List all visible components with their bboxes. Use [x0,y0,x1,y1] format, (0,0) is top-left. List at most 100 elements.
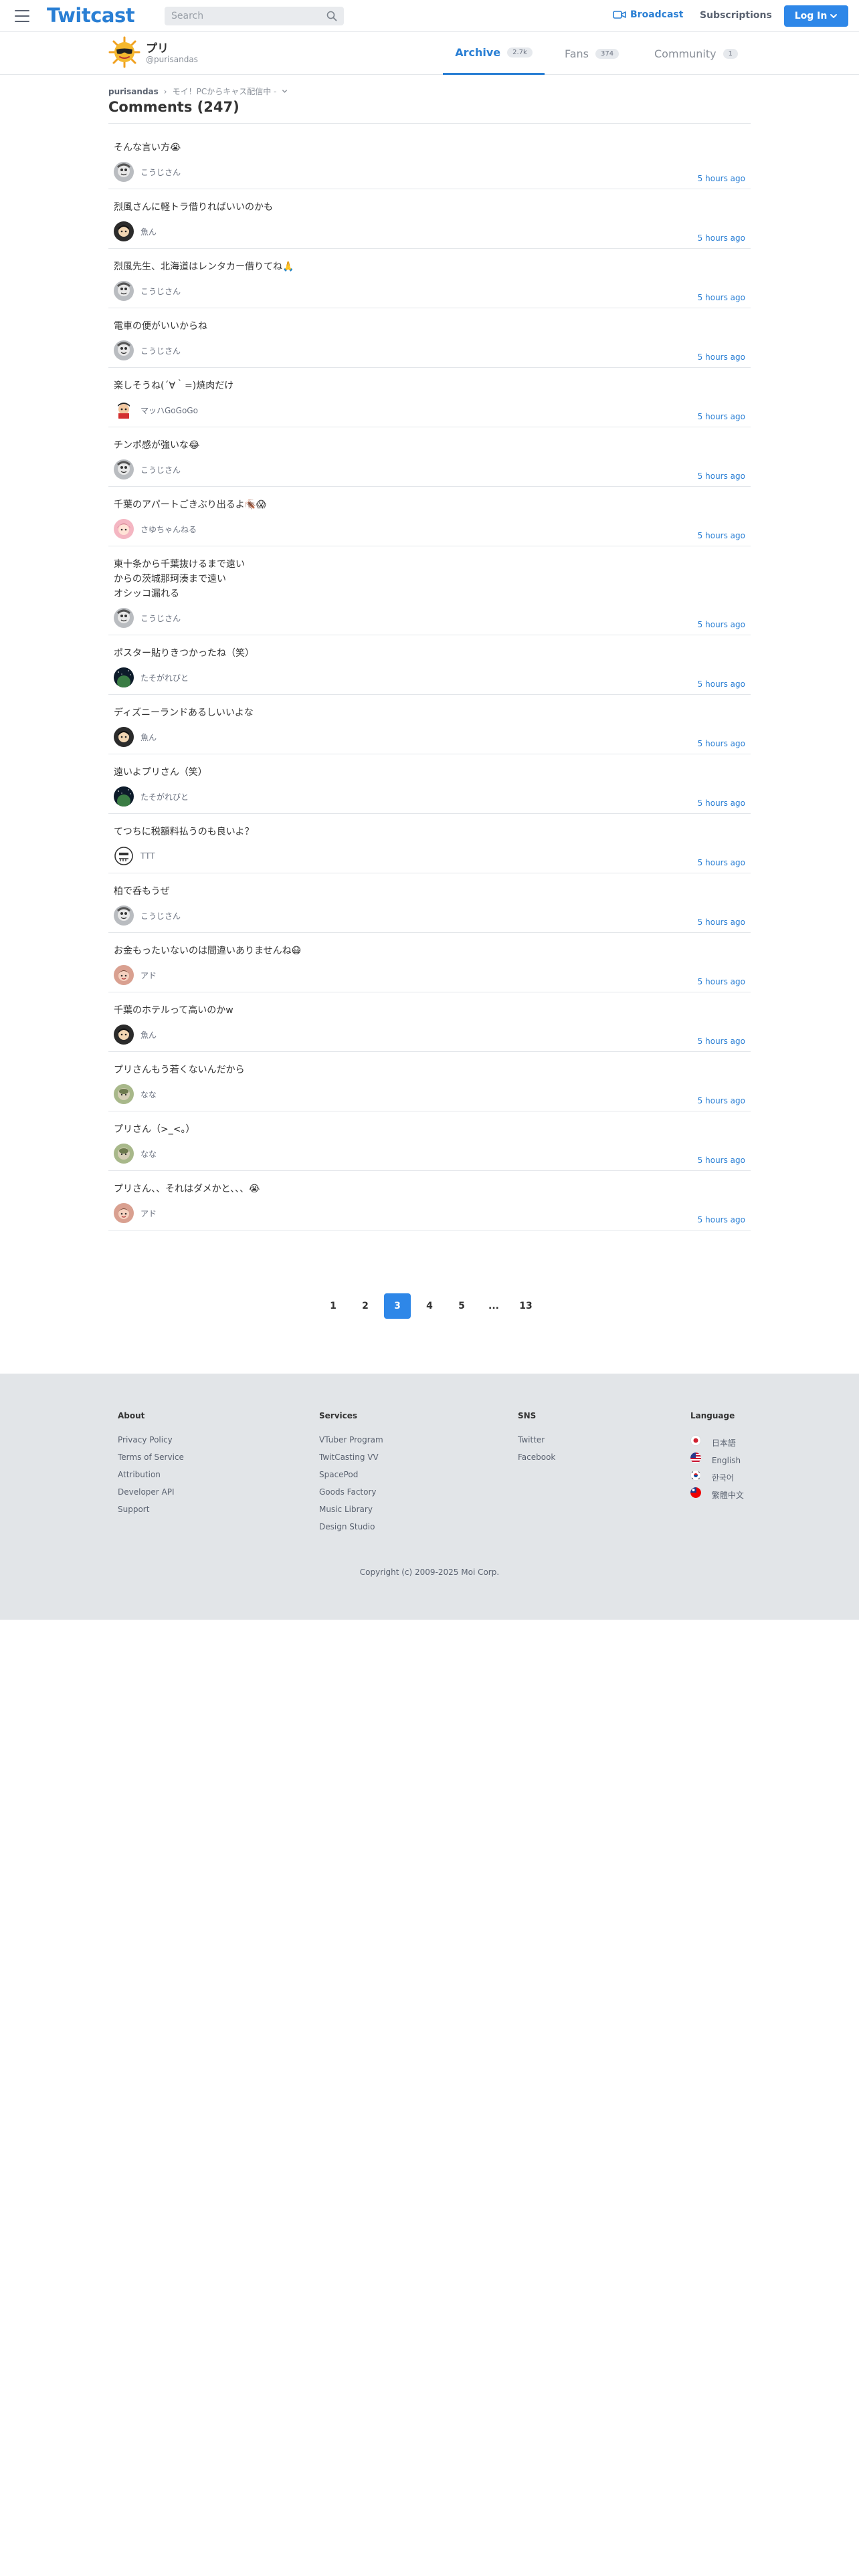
tab-fans[interactable]: Fans 374 [565,32,619,75]
commenter-avatar[interactable] [114,1203,134,1223]
comment-timestamp[interactable]: 5 hours ago [698,858,745,867]
subscriptions-link[interactable]: Subscriptions [700,10,772,21]
commenter-name[interactable]: アド [140,970,157,981]
commenter-avatar[interactable] [114,608,134,628]
footer-link-support[interactable]: Support [118,1505,184,1514]
pagination-page-5[interactable]: 5 [448,1293,475,1319]
commenter-name[interactable]: なな [140,1089,157,1100]
footer-link-terms[interactable]: Terms of Service [118,1453,184,1462]
comment-timestamp[interactable]: 5 hours ago [698,798,745,808]
comment-text: 遠いよプリさん（笑） [114,767,207,778]
comment-timestamp[interactable]: 5 hours ago [698,918,745,927]
commenter-name[interactable]: こうじさん [140,167,181,178]
tab-fans-count: 374 [595,48,619,59]
commenter-name[interactable]: こうじさん [140,345,181,356]
comment-timestamp[interactable]: 5 hours ago [698,977,745,986]
comment-timestamp[interactable]: 5 hours ago [698,739,745,748]
language-korean-label: 한국어 [711,1473,734,1483]
commenter-avatar[interactable] [114,965,134,985]
comment-timestamp[interactable]: 5 hours ago [698,1215,745,1224]
comment-timestamp[interactable]: 5 hours ago [698,620,745,629]
commenter-name[interactable]: 魚ん [140,1029,157,1041]
pagination-page-3[interactable]: 3 [384,1293,411,1319]
commenter-avatar[interactable] [114,1025,134,1045]
commenter-name[interactable]: 魚ん [140,732,157,743]
pagination-page-2[interactable]: 2 [352,1293,379,1319]
commenter-avatar[interactable] [114,905,134,926]
footer-link-vtuber-program[interactable]: VTuber Program [319,1435,383,1444]
comment-timestamp[interactable]: 5 hours ago [698,1037,745,1046]
pagination-page-1[interactable]: 1 [320,1293,347,1319]
comment-timestamp[interactable]: 5 hours ago [698,1156,745,1165]
language-english-label: English [711,1456,741,1465]
language-traditional-chinese[interactable]: 繁體中文 [690,1487,744,1500]
comment-author: こうじさん [114,608,745,628]
language-english[interactable]: English [690,1453,744,1465]
commenter-name[interactable]: なな [140,1148,157,1160]
commenter-name[interactable]: こうじさん [140,613,181,624]
commenter-avatar[interactable] [114,846,134,866]
chevron-down-icon[interactable] [282,88,288,94]
commenter-avatar[interactable] [114,727,134,747]
comment-timestamp[interactable]: 5 hours ago [698,679,745,689]
commenter-name[interactable]: アド [140,1208,157,1219]
footer-link-twitcasting-vv[interactable]: TwitCasting VV [319,1453,383,1462]
language-korean[interactable]: 한국어 [690,1470,744,1483]
commenter-avatar[interactable] [114,221,134,241]
footer-link-goods-factory[interactable]: Goods Factory [319,1487,383,1497]
commenter-name[interactable]: たそがれびと [140,672,189,683]
commenter-avatar[interactable] [114,340,134,360]
commenter-avatar[interactable] [114,459,134,479]
commenter-avatar[interactable] [114,786,134,807]
comment-timestamp[interactable]: 5 hours ago [698,531,745,540]
comment-timestamp[interactable]: 5 hours ago [698,174,745,183]
commenter-avatar[interactable] [114,400,134,420]
breadcrumb-user-link[interactable]: purisandas [108,87,159,96]
commenter-avatar[interactable] [114,1084,134,1104]
search-icon[interactable] [326,11,337,21]
commenter-avatar[interactable] [114,519,134,539]
commenter-avatar[interactable] [114,667,134,687]
footer-link-privacy-policy[interactable]: Privacy Policy [118,1435,184,1444]
footer-link-facebook[interactable]: Facebook [518,1453,555,1462]
search-input[interactable] [171,11,326,21]
comment-timestamp[interactable]: 5 hours ago [698,471,745,481]
hamburger-menu-icon[interactable] [15,10,29,22]
commenter-name[interactable]: さゆちゃんねる [140,524,197,535]
commenter-name[interactable]: こうじさん [140,286,181,297]
breadcrumb-movie-link[interactable]: モイ！PCからキャス配信中 - [173,86,277,97]
commenter-name[interactable]: 魚ん [140,226,157,237]
comment-timestamp[interactable]: 5 hours ago [698,352,745,362]
commenter-avatar[interactable] [114,281,134,301]
comment-item: お金もったいないのは間違いありませんね😷 アド 5 hours ago [108,933,751,992]
footer-link-developer-api[interactable]: Developer API [118,1487,184,1497]
commenter-name[interactable]: たそがれびと [140,791,189,802]
commenter-name[interactable]: TTT [140,851,155,861]
commenter-name[interactable]: こうじさん [140,464,181,475]
commenter-avatar[interactable] [114,162,134,182]
comment-text: 烈風先生、北海道はレンタカー借りてね🙏 [114,261,294,272]
footer-link-attribution[interactable]: Attribution [118,1470,184,1479]
language-japanese[interactable]: 日本語 [690,1435,744,1448]
footer-link-twitter[interactable]: Twitter [518,1435,555,1444]
comment-timestamp[interactable]: 5 hours ago [698,233,745,243]
commenter-avatar[interactable] [114,1144,134,1164]
footer-link-spacepod[interactable]: SpacePod [319,1470,383,1479]
comment-timestamp[interactable]: 5 hours ago [698,1096,745,1105]
footer-link-music-library[interactable]: Music Library [319,1505,383,1514]
comment-timestamp[interactable]: 5 hours ago [698,293,745,302]
tab-community[interactable]: Community 1 [654,32,738,75]
pagination-page-4[interactable]: 4 [416,1293,443,1319]
user-avatar[interactable] [108,36,140,68]
twitcast-logo[interactable]: Twitcast [47,4,135,27]
footer-link-design-studio[interactable]: Design Studio [319,1522,383,1531]
commenter-name[interactable]: マッハGoGoGo [140,405,198,416]
comment-timestamp[interactable]: 5 hours ago [698,412,745,421]
broadcast-link[interactable]: Broadcast [613,9,683,20]
login-button[interactable]: Log In [784,5,848,27]
commenter-name[interactable]: こうじさん [140,910,181,922]
comment-text: ディズニーランドあるしいいよな [114,708,254,718]
pagination-page-13[interactable]: 13 [512,1293,539,1319]
tab-archive[interactable]: Archive 2.7k [443,32,545,75]
comment-text: そんな言い方😭 [114,142,181,153]
